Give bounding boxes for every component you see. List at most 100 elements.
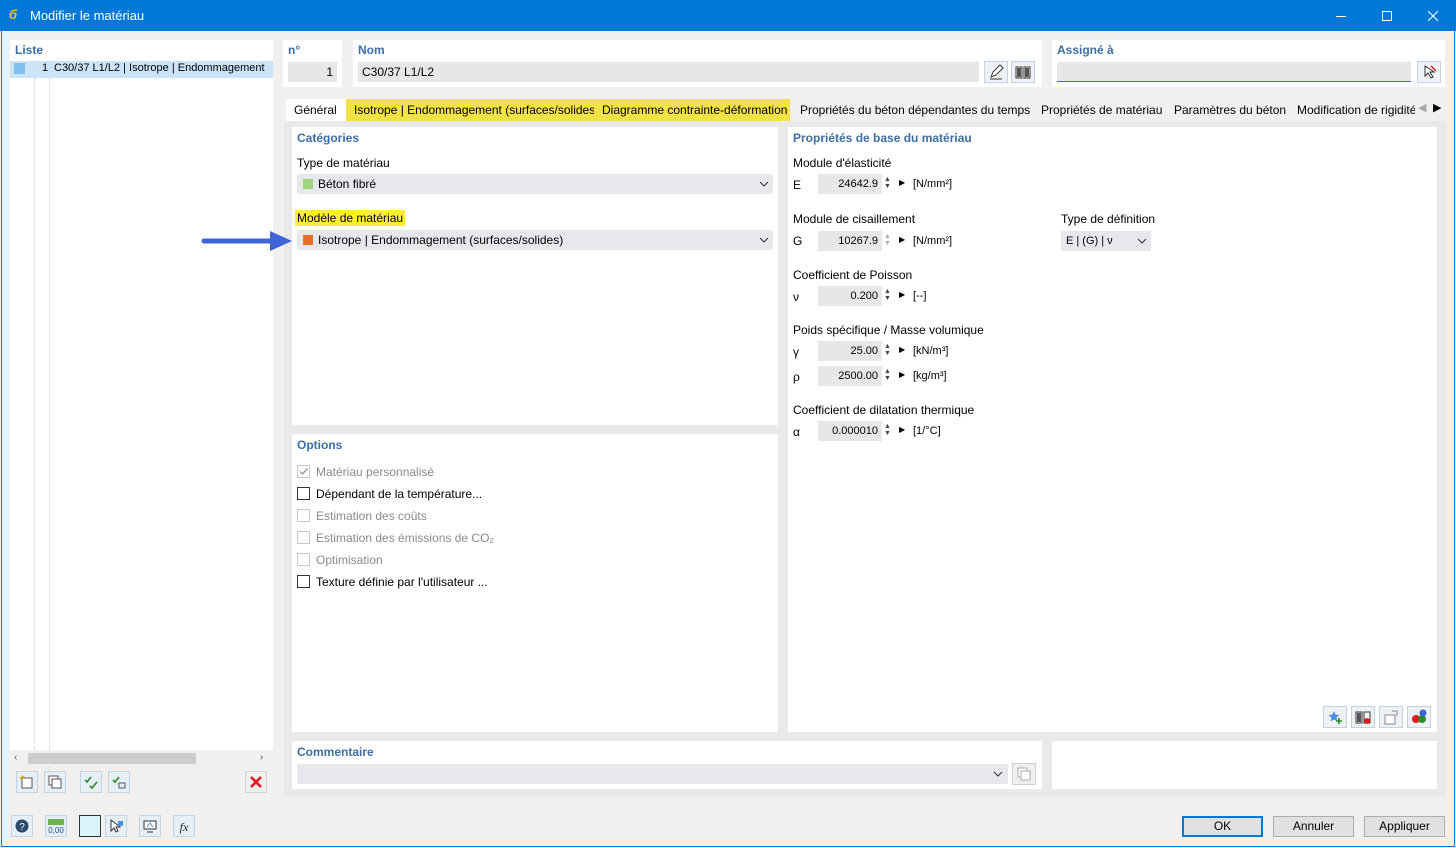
material-model-select[interactable]: Isotrope | Endommagement (surfaces/solid… — [297, 230, 773, 250]
maximize-icon — [1382, 10, 1392, 21]
elastic-modulus-unit: [N/mm²] — [913, 178, 953, 190]
user-texture-checkbox[interactable] — [297, 575, 310, 588]
list-item[interactable]: 1 C30/37 L1/L2 | Isotrope | Endommagemen… — [10, 61, 273, 78]
cost-estimation-checkbox[interactable] — [297, 509, 310, 522]
tab-scroll-left-icon[interactable]: ◀ — [1418, 101, 1426, 114]
number-field[interactable]: 1 — [288, 62, 337, 82]
material-type-select[interactable]: Béton fibré — [297, 174, 773, 194]
shear-expand-icon[interactable]: ▶ — [899, 235, 905, 244]
minimize-button[interactable] — [1318, 0, 1364, 31]
material-color-swatch — [14, 63, 25, 74]
poisson-expand-icon[interactable]: ▶ — [899, 290, 905, 299]
maximize-button[interactable] — [1364, 0, 1410, 31]
definition-type-label: Type de définition — [1061, 212, 1156, 226]
options-panel: Options Matériau personnalisé Dépendant … — [292, 434, 778, 732]
shear-spinner-icon[interactable]: ▲ ▼ — [884, 233, 891, 247]
specific-weight-unit: [kN/m³] — [913, 345, 949, 357]
view-button[interactable] — [139, 815, 161, 837]
specific-weight-input[interactable]: 25.00 — [818, 341, 882, 361]
elastic-expand-icon[interactable]: ▶ — [899, 178, 905, 187]
rho-spinner-icon[interactable]: ▲ ▼ — [884, 368, 891, 382]
select-objects-button[interactable] — [1417, 61, 1441, 83]
tab-stress-strain-diagram[interactable]: Diagramme contrainte-déformation — [594, 99, 790, 121]
uncheck-button[interactable] — [108, 771, 130, 793]
check-all-button[interactable] — [80, 771, 102, 793]
scrollbar-thumb[interactable] — [28, 753, 196, 764]
poisson-input[interactable]: 0.200 — [818, 286, 882, 306]
alpha-expand-icon[interactable]: ▶ — [899, 425, 905, 434]
export-button[interactable] — [1379, 706, 1403, 728]
categories-panel: Catégories Type de matériau Béton fibré … — [292, 127, 778, 425]
tab-concrete-parameters[interactable]: Paramètres du béton — [1166, 99, 1290, 121]
copy-material-button[interactable] — [44, 771, 66, 793]
material-model-value: Isotrope | Endommagement (surfaces/solid… — [318, 233, 564, 247]
units-button[interactable]: 0,00 — [45, 815, 67, 837]
temperature-dependent-checkbox[interactable] — [297, 487, 310, 500]
cost-estimation-label: Estimation des coûts — [316, 509, 427, 523]
tab-stiffness-modification[interactable]: Modification de rigidité — [1289, 99, 1415, 121]
shear-modulus-input[interactable]: 10267.9 — [818, 231, 882, 251]
gamma-spinner-icon[interactable]: ▲ ▼ — [884, 343, 891, 357]
color-button[interactable] — [79, 815, 101, 837]
annotation-arrow-icon — [201, 231, 292, 251]
assigned-field[interactable] — [1057, 62, 1411, 82]
help-button[interactable]: ? — [11, 815, 33, 837]
help-icon: ? — [15, 819, 29, 833]
elastic-modulus-input[interactable]: 24642.9 — [818, 174, 882, 194]
mass-density-unit: [kg/m³] — [913, 370, 947, 382]
select-graphics-button[interactable] — [105, 815, 127, 837]
tab-scroll-right-icon[interactable]: ▶ — [1433, 101, 1441, 114]
elastic-modulus-symbol: E — [793, 178, 802, 192]
library-save-button[interactable] — [1351, 706, 1375, 728]
new-material-button[interactable] — [16, 771, 38, 793]
apply-button[interactable]: Appliquer — [1364, 816, 1445, 837]
custom-material-checkbox[interactable] — [297, 465, 310, 478]
tab-general[interactable]: Général — [286, 99, 346, 121]
close-button[interactable] — [1410, 0, 1456, 31]
thermal-coefficient-input[interactable]: 0.000010 — [818, 421, 882, 441]
color-info-icon — [1412, 709, 1427, 723]
edit-name-button[interactable] — [984, 61, 1008, 83]
scroll-left-icon[interactable]: ‹ — [14, 752, 17, 763]
material-model-label: Modèle de matériau — [295, 210, 406, 226]
poisson-symbol: ν — [793, 290, 799, 304]
list-horizontal-scrollbar[interactable]: ‹ › — [10, 750, 273, 767]
gamma-symbol: γ — [793, 345, 799, 359]
favorite-add-button[interactable] — [1323, 706, 1347, 728]
name-field[interactable]: C30/37 L1/L2 — [358, 62, 979, 82]
library-book-icon — [1015, 66, 1031, 79]
gamma-expand-icon[interactable]: ▶ — [899, 345, 905, 354]
material-type-color-swatch — [303, 179, 313, 189]
rho-expand-icon[interactable]: ▶ — [899, 370, 905, 379]
material-model-color-swatch — [303, 235, 313, 245]
list-header: Liste — [15, 43, 44, 57]
export-box-icon — [1384, 710, 1398, 725]
comment-input[interactable] — [297, 764, 1008, 784]
chevron-down-icon — [759, 237, 769, 243]
definition-type-select[interactable]: E | (G) | ν — [1061, 231, 1151, 251]
tab-time-dependent-properties[interactable]: Propriétés du béton dépendantes du temps — [792, 99, 1033, 121]
info-colors-button[interactable] — [1407, 706, 1431, 728]
elastic-spinner-icon[interactable]: ▲ ▼ — [884, 176, 891, 190]
name-panel: Nom C30/37 L1/L2 — [353, 40, 1042, 87]
material-library-button[interactable] — [1011, 61, 1035, 83]
new-item-icon — [20, 775, 33, 789]
list-item-number: 1 — [42, 62, 49, 74]
alpha-spinner-icon[interactable]: ▲ ▼ — [884, 423, 891, 437]
comment-side-panel — [1052, 741, 1437, 789]
monitor-icon — [143, 820, 157, 833]
co2-estimation-checkbox[interactable] — [297, 531, 310, 544]
cancel-button[interactable]: Annuler — [1273, 816, 1354, 837]
comment-copy-button[interactable] — [1012, 763, 1036, 785]
thermal-label: Coefficient de dilatation thermique — [793, 403, 975, 417]
tab-material-properties[interactable]: Propriétés de matériau — [1033, 99, 1166, 121]
ok-button[interactable]: OK — [1182, 816, 1263, 837]
optimization-checkbox[interactable] — [297, 553, 310, 566]
poisson-spinner-icon[interactable]: ▲ ▼ — [884, 288, 891, 302]
delete-material-button[interactable] — [245, 771, 267, 793]
scroll-right-icon[interactable]: › — [260, 752, 263, 763]
tab-isotrope-damage[interactable]: Isotrope | Endommagement (surfaces/solid… — [346, 99, 599, 121]
formula-button[interactable]: fx — [173, 815, 195, 837]
comment-title: Commentaire — [297, 745, 374, 759]
mass-density-input[interactable]: 2500.00 — [818, 366, 882, 386]
